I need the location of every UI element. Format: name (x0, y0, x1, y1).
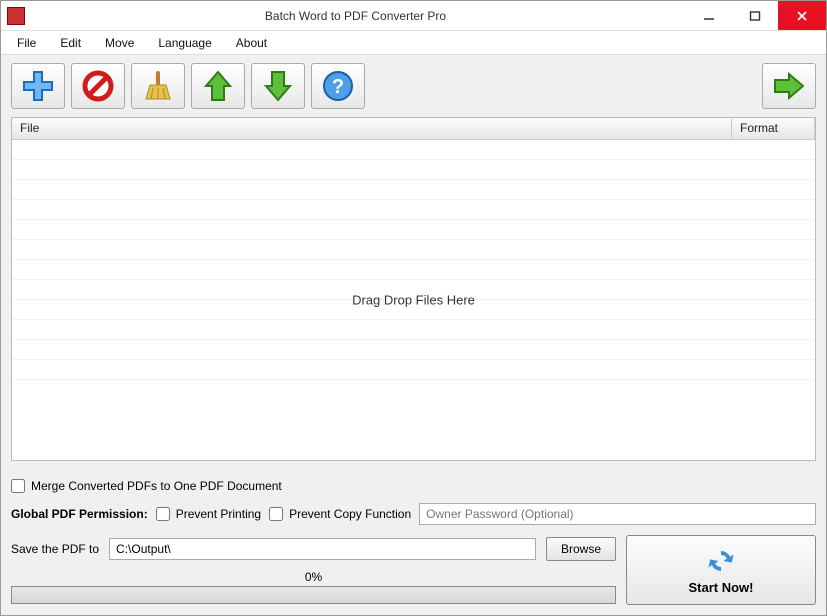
save-to-label: Save the PDF to (11, 542, 99, 556)
merge-checkbox[interactable]: Merge Converted PDFs to One PDF Document (11, 479, 282, 493)
maximize-button[interactable] (732, 1, 778, 30)
output-path-input[interactable] (109, 538, 536, 560)
arrow-right-icon (771, 68, 807, 104)
prevent-copy-checkbox[interactable]: Prevent Copy Function (269, 507, 411, 521)
content-area: ? File Format Drag Drop Files Here (1, 55, 826, 615)
window-title: Batch Word to PDF Converter Pro (25, 9, 686, 23)
prevent-printing-checkbox[interactable]: Prevent Printing (156, 507, 261, 521)
permission-label: Global PDF Permission: (11, 507, 148, 521)
close-button[interactable] (778, 1, 826, 30)
forbid-icon (80, 68, 116, 104)
file-list-header: File Format (12, 118, 815, 140)
menu-language[interactable]: Language (146, 33, 223, 53)
merge-label: Merge Converted PDFs to One PDF Document (31, 479, 282, 493)
help-icon: ? (320, 68, 356, 104)
menubar: File Edit Move Language About (1, 31, 826, 55)
output-left: Save the PDF to (11, 538, 536, 560)
move-up-button[interactable] (191, 63, 245, 109)
svg-text:?: ? (332, 76, 344, 98)
arrow-up-icon (200, 68, 236, 104)
clear-button[interactable] (131, 63, 185, 109)
browse-button[interactable]: Browse (546, 537, 616, 561)
next-button[interactable] (762, 63, 816, 109)
merge-checkbox-input[interactable] (11, 479, 25, 493)
start-label: Start Now! (689, 580, 754, 595)
column-file[interactable]: File (12, 118, 732, 139)
close-icon (796, 10, 808, 22)
column-format[interactable]: Format (732, 118, 815, 139)
menu-file[interactable]: File (5, 33, 48, 53)
broom-icon (140, 68, 176, 104)
start-button[interactable]: Start Now! (626, 535, 816, 605)
progress-bar (11, 586, 616, 604)
add-button[interactable] (11, 63, 65, 109)
prevent-copy-input[interactable] (269, 507, 283, 521)
owner-password-input[interactable] (419, 503, 816, 525)
toolbar-spacer (371, 63, 756, 109)
prevent-copy-label: Prevent Copy Function (289, 507, 411, 521)
move-down-button[interactable] (251, 63, 305, 109)
file-list-rows[interactable]: Drag Drop Files Here (12, 140, 815, 460)
permission-row: Global PDF Permission: Prevent Printing … (11, 503, 816, 525)
progress-area: 0% (11, 570, 616, 604)
minimize-icon (703, 10, 715, 22)
prevent-printing-label: Prevent Printing (176, 507, 261, 521)
menu-edit[interactable]: Edit (48, 33, 93, 53)
app-icon (7, 7, 25, 25)
app-window: Batch Word to PDF Converter Pro File Edi… (0, 0, 827, 616)
minimize-button[interactable] (686, 1, 732, 30)
plus-icon (20, 68, 56, 104)
drop-hint: Drag Drop Files Here (352, 293, 475, 308)
output-row: Save the PDF to Browse Start Now! 0% (11, 535, 816, 605)
options-area: Merge Converted PDFs to One PDF Document… (11, 469, 816, 605)
remove-button[interactable] (71, 63, 125, 109)
arrow-down-icon (260, 68, 296, 104)
help-button[interactable]: ? (311, 63, 365, 109)
prevent-printing-input[interactable] (156, 507, 170, 521)
titlebar: Batch Word to PDF Converter Pro (1, 1, 826, 31)
merge-row: Merge Converted PDFs to One PDF Document (11, 479, 816, 493)
toolbar: ? (11, 63, 816, 109)
progress-text: 0% (305, 570, 322, 584)
window-controls (686, 1, 826, 30)
file-list-panel[interactable]: File Format Drag Drop Files Here (11, 117, 816, 461)
menu-move[interactable]: Move (93, 33, 146, 53)
menu-about[interactable]: About (224, 33, 279, 53)
maximize-icon (749, 10, 761, 22)
refresh-icon (706, 546, 736, 576)
